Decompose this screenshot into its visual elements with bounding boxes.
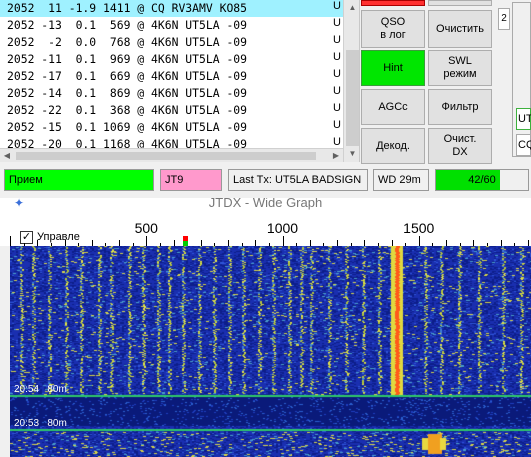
decode-line-text: 2052 11 -1.9 1411 @ CQ RV3AMV KO85 [7, 1, 248, 15]
frequency-tick [146, 236, 148, 246]
decode-list[interactable]: 2052 11 -1.9 1411 @ CQ RV3AMV KO85 U 2052 … [0, 0, 343, 151]
decode-line-overflow: U [333, 102, 341, 114]
scroll-left-icon[interactable]: ◀ [0, 149, 14, 162]
dx-grid-field[interactable]: CQ [516, 134, 531, 156]
hscroll-thumb[interactable] [16, 152, 316, 160]
progress-text: 42/60 [468, 174, 496, 186]
waterfall-canvas[interactable] [10, 246, 531, 457]
decode-line-overflow: U [333, 68, 341, 80]
decode-line-text: 2052 -14 0.1 869 @ 4K6N UT5LA -09 [7, 86, 248, 100]
decode-line-text: 2052 -17 0.1 669 @ 4K6N UT5LA -09 [7, 69, 248, 83]
waterfall-left-margin [0, 246, 10, 457]
progress-bar: 42/60 [435, 169, 529, 191]
hint-button[interactable]: Hint [361, 50, 425, 86]
wide-graph-control[interactable]: ✓ Управле [10, 230, 82, 246]
scroll-thumb[interactable] [346, 50, 359, 146]
control-checkbox[interactable]: ✓ [20, 231, 33, 244]
filter-button[interactable]: Фильтр [428, 89, 492, 125]
vertical-scrollbar[interactable]: ▲ ▼ [343, 0, 359, 162]
frequency-label: 1500 [403, 220, 435, 236]
decode-line-overflow: U [333, 0, 341, 12]
frequency-tick [282, 236, 284, 246]
wd-status: WD 29m [373, 169, 429, 191]
qso-log-button[interactable]: QSO в лог [361, 10, 425, 48]
wide-graph-titlebar: ✦ JTDX - Wide Graph [0, 198, 531, 212]
decode-line-overflow: U [333, 17, 341, 29]
horizontal-scrollbar[interactable]: ◀ ▶ [0, 148, 343, 162]
decode-line-overflow: U [333, 85, 341, 97]
frequency-tick [418, 236, 420, 246]
waterfall-time-label: 20:53 80m [14, 418, 67, 429]
scroll-down-icon[interactable]: ▼ [344, 146, 359, 162]
decode-line-overflow: U [333, 119, 341, 131]
mode-status: JT9 [160, 169, 222, 191]
last-tx-status: Last Tx: UT5LA BADSIGN [228, 169, 368, 191]
tab-2[interactable]: 2 [498, 8, 510, 30]
dx-call-field[interactable]: UT [516, 108, 531, 130]
agcc-button[interactable]: AGCc [361, 89, 425, 125]
decode-line[interactable]: 2052 -14 0.1 869 @ 4K6N UT5LA -09 [0, 85, 343, 102]
decode-line[interactable]: 2052 -15 0.1 1069 @ 4K6N UT5LA -09 [0, 119, 343, 136]
decode-line-overflow: U [333, 136, 341, 148]
frequency-label: 1000 [266, 220, 299, 236]
clear-button[interactable]: Очистить [428, 10, 492, 48]
frequency-label: 500 [134, 220, 158, 236]
clear-dx-button[interactable]: Очист. DX [428, 128, 492, 164]
decode-line-text: 2052 -22 0.1 368 @ 4K6N UT5LA -09 [7, 103, 248, 117]
decode-line-text: 2052 -2 0.0 768 @ 4K6N UT5LA -09 [7, 35, 248, 49]
decode-line[interactable]: 2052 -2 0.0 768 @ 4K6N UT5LA -09 [0, 34, 343, 51]
waterfall[interactable] [10, 246, 531, 457]
top-button-partial[interactable] [428, 0, 492, 6]
decode-line-text: 2052 -13 0.1 569 @ 4K6N UT5LA -09 [7, 18, 248, 32]
decode-panel: 2052 11 -1.9 1411 @ CQ RV3AMV KO85 U 2052 … [0, 0, 360, 162]
decode-line[interactable]: 2052 11 -1.9 1411 @ CQ RV3AMV KO85 [0, 0, 343, 17]
decode-line-overflow: U [333, 34, 341, 46]
decode-line-text: 2052 -15 0.1 1069 @ 4K6N UT5LA -09 [7, 120, 248, 134]
receive-status: Прием [4, 169, 154, 191]
decode-line[interactable]: 2052 -13 0.1 569 @ 4K6N UT5LA -09 [0, 17, 343, 34]
scroll-up-icon[interactable]: ▲ [344, 0, 359, 16]
decode-line[interactable]: 2052 -22 0.1 368 @ 4K6N UT5LA -09 [0, 102, 343, 119]
tx-button-partial[interactable] [361, 0, 425, 6]
control-label: Управле [37, 231, 80, 243]
waterfall-time-label: 20:54 80m [14, 384, 67, 395]
scroll-right-icon[interactable]: ▶ [329, 149, 343, 162]
right-panel-partial: 2 UT CQ [498, 0, 531, 162]
decode-line-text: 2052 -11 0.1 969 @ 4K6N UT5LA -09 [7, 52, 248, 66]
frequency-tick [10, 236, 11, 246]
decode-line[interactable]: 2052 -17 0.1 669 @ 4K6N UT5LA -09 [0, 68, 343, 85]
decode-button[interactable]: Декод. [361, 128, 425, 164]
wide-graph-title: JTDX - Wide Graph [208, 198, 323, 210]
decode-line-overflow: U [333, 51, 341, 63]
decode-line[interactable]: 2052 -11 0.1 969 @ 4K6N UT5LA -09 [0, 51, 343, 68]
swl-mode-button[interactable]: SWL режим [428, 50, 492, 86]
